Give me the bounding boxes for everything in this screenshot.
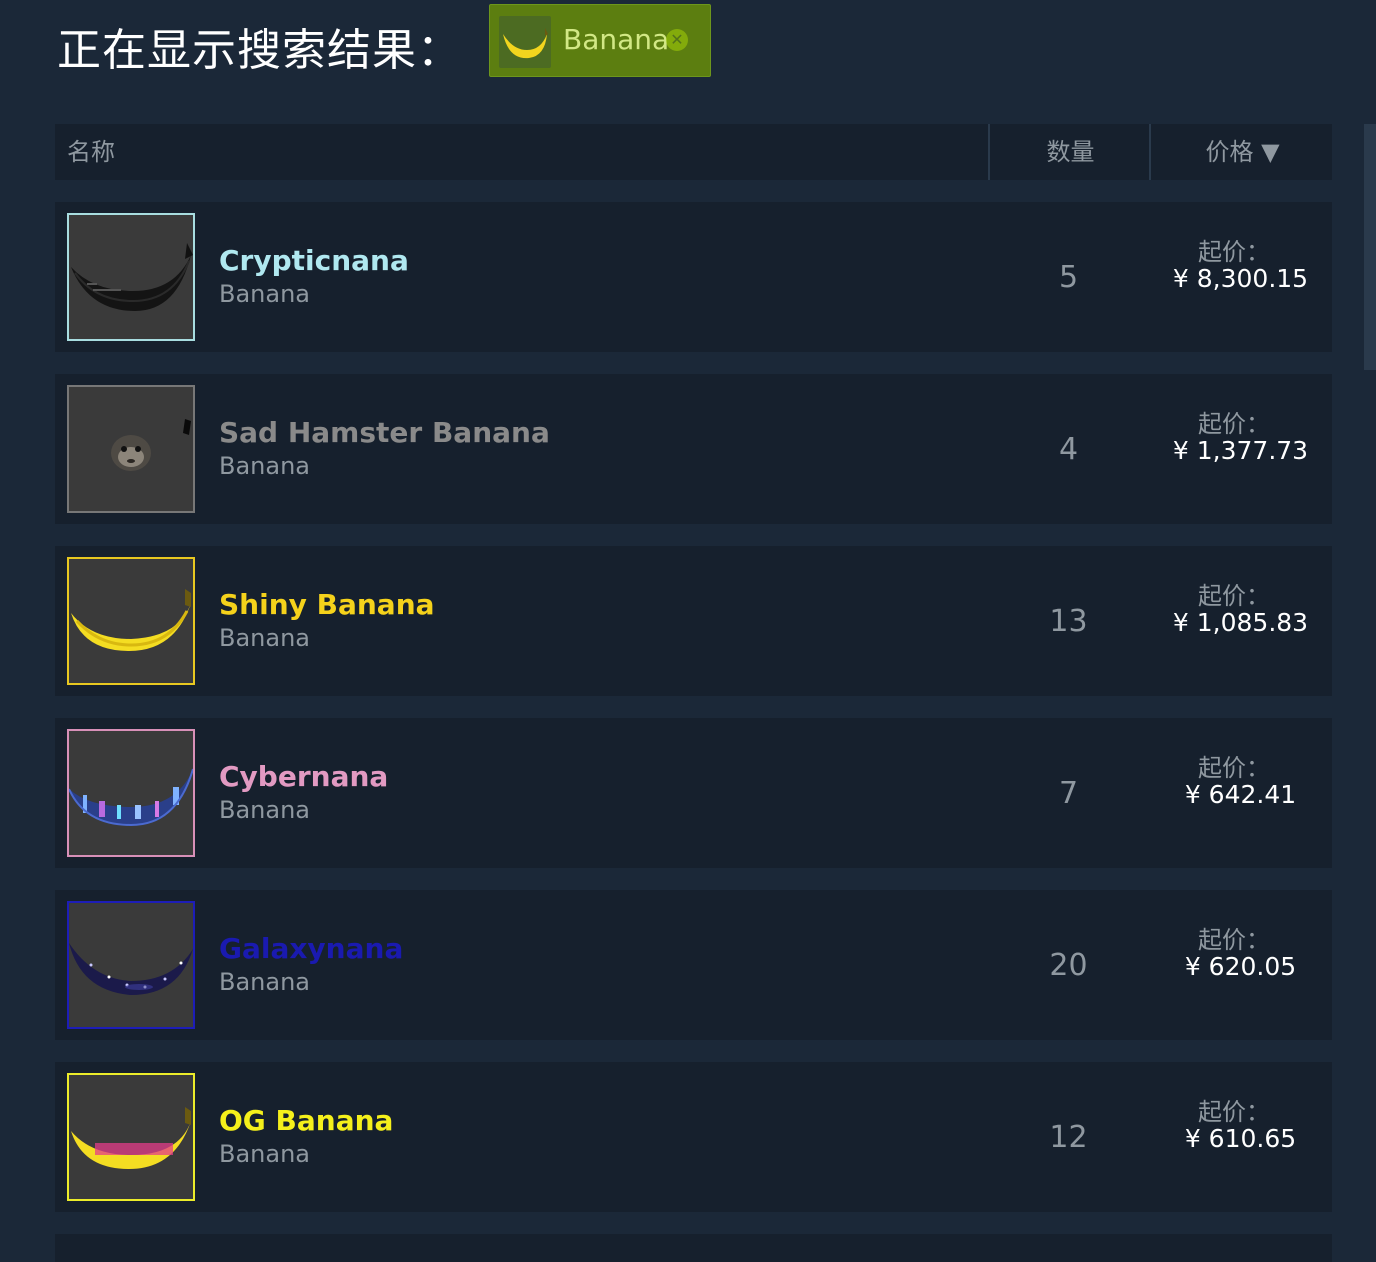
starting-price-label: 起价： — [1198, 410, 1270, 438]
listing-row[interactable]: Sad Hamster Banana Banana 4 起价： ¥ 1,377.… — [55, 374, 1332, 524]
close-circle-icon[interactable]: ✕ — [666, 29, 688, 51]
item-quantity: 13 — [1049, 604, 1088, 639]
starting-price-label: 起价： — [1198, 1098, 1270, 1126]
item-quantity: 12 — [1049, 1120, 1088, 1155]
sad-hamster-icon — [67, 385, 195, 513]
filter-tag-label: Banana — [563, 23, 670, 56]
item-name[interactable]: OG Banana — [219, 1104, 393, 1137]
starting-price-value: ¥ 620.05 — [1184, 952, 1297, 981]
starting-price-value: ¥ 610.65 — [1184, 1124, 1297, 1153]
item-quantity: 20 — [1049, 948, 1088, 983]
item-game: Banana — [219, 796, 311, 824]
item-name[interactable]: Crypticnana — [219, 244, 409, 277]
item-name[interactable]: Sad Hamster Banana — [219, 416, 550, 449]
item-game: Banana — [219, 624, 311, 652]
starting-price-label: 起价： — [1198, 926, 1270, 954]
banana-filter-tag[interactable]: Banana ✕ — [489, 4, 711, 77]
listing-row[interactable]: Crypticnana Banana 5 起价： ¥ 8,300.15 — [55, 202, 1332, 352]
cybernana-banana-icon — [67, 729, 195, 857]
starting-price-value: ¥ 1,085.83 — [1172, 608, 1309, 637]
starting-price-value: ¥ 8,300.15 — [1172, 264, 1309, 293]
item-quantity: 4 — [1058, 432, 1079, 467]
item-game: Banana — [219, 280, 311, 308]
results-header: 正在显示搜索结果： Banana ✕ — [0, 0, 1376, 100]
starting-price-label: 起价： — [1198, 754, 1270, 782]
item-quantity: 5 — [1058, 260, 1079, 295]
item-name[interactable]: Shiny Banana — [219, 588, 435, 621]
item-name[interactable]: Galaxynana — [219, 932, 403, 965]
item-game: Banana — [219, 968, 311, 996]
starting-price-value: ¥ 1,377.73 — [1172, 436, 1309, 465]
item-game: Banana — [219, 452, 311, 480]
showing-results-label: 正在显示搜索结果： — [57, 25, 462, 76]
column-header-name: 名称 — [67, 138, 115, 166]
listing-row[interactable]: Galaxynana Banana 20 起价： ¥ 620.05 — [55, 890, 1332, 1040]
listing-row[interactable]: OG Banana Banana 12 起价： ¥ 610.65 — [55, 1062, 1332, 1212]
table-header: 名称 数量 价格 ▼ — [55, 124, 1332, 180]
starting-price-label: 起价： — [1198, 582, 1270, 610]
banana-icon — [499, 16, 551, 68]
column-header-quantity: 数量 — [988, 124, 1151, 180]
item-game: Banana — [219, 1140, 311, 1168]
item-name[interactable]: Cybernana — [219, 760, 388, 793]
sort-by-price-header[interactable]: 价格 ▼ — [1149, 124, 1334, 180]
listing-row[interactable]: Shiny Banana Banana 13 起价： ¥ 1,085.83 — [55, 546, 1332, 696]
crypticnana-banana-icon — [67, 213, 195, 341]
scrollbar[interactable] — [1364, 124, 1376, 370]
starting-price-value: ¥ 642.41 — [1184, 780, 1297, 809]
galaxynana-banana-icon — [67, 901, 195, 1029]
starting-price-label: 起价： — [1198, 238, 1270, 266]
shiny-banana-icon — [67, 557, 195, 685]
listing-row-partial[interactable] — [55, 1234, 1332, 1262]
og-banana-icon — [67, 1073, 195, 1201]
item-quantity: 7 — [1058, 776, 1079, 811]
listing-row[interactable]: Cybernana Banana 7 起价： ¥ 642.41 — [55, 718, 1332, 868]
